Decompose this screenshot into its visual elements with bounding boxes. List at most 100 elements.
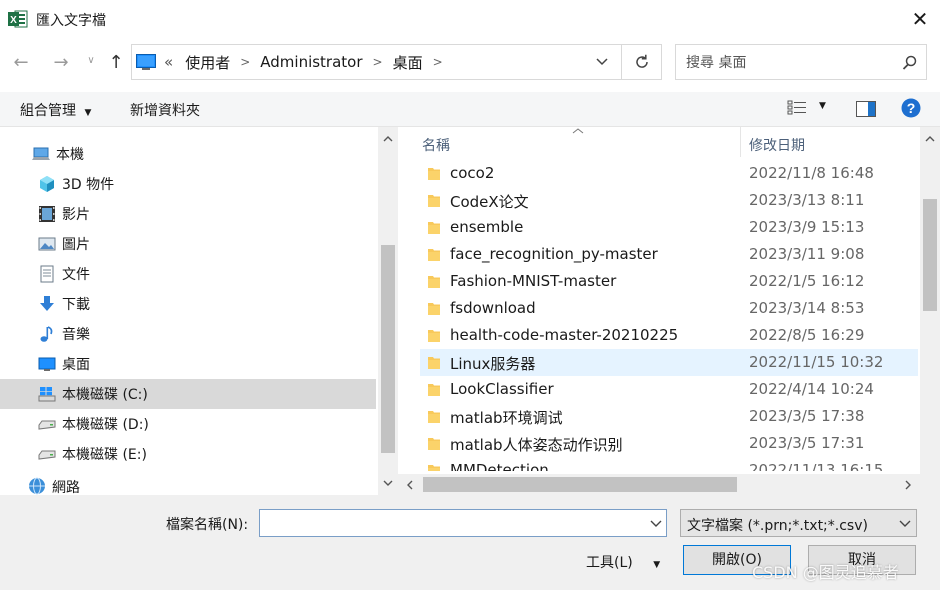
recent-locations-button[interactable]: ∨ bbox=[84, 54, 98, 68]
file-list-hscrollbar[interactable] bbox=[398, 474, 920, 495]
nav-item-network[interactable]: 網路 bbox=[0, 477, 376, 495]
nav-item-pictures[interactable]: 圖片 bbox=[0, 229, 376, 259]
close-button[interactable]: ✕ bbox=[908, 7, 932, 31]
file-name: face_recognition_py-master bbox=[450, 245, 658, 263]
file-name: matlab环境调试 bbox=[450, 409, 563, 427]
refresh-button[interactable] bbox=[621, 45, 662, 79]
file-list-vscrollbar[interactable] bbox=[920, 127, 940, 474]
nav-item-this-pc[interactable]: 本機 bbox=[0, 139, 376, 169]
nav-label: 3D 物件 bbox=[62, 177, 115, 193]
file-list: 名稱 修改日期 coco2 2022/11/8 16:48 CodeX论文 2023… bbox=[398, 127, 940, 495]
drive-icon bbox=[38, 450, 56, 460]
nav-scrollbar[interactable] bbox=[378, 127, 398, 495]
folder-icon bbox=[428, 330, 440, 342]
file-name: ensemble bbox=[450, 218, 524, 236]
search-box[interactable] bbox=[675, 44, 927, 80]
nav-scrollbar-thumb[interactable] bbox=[381, 245, 395, 453]
scroll-up-icon[interactable] bbox=[925, 135, 935, 143]
filename-combobox[interactable] bbox=[259, 509, 667, 537]
chevron-right-icon[interactable]: > bbox=[433, 55, 443, 69]
nav-label: 本機磁碟 (D:) bbox=[62, 417, 149, 433]
nav-item-music[interactable]: 音樂 bbox=[0, 319, 376, 349]
view-options-button[interactable]: ▼ bbox=[787, 100, 831, 118]
excel-icon: X bbox=[8, 10, 28, 28]
nav-item-downloads[interactable]: 下載 bbox=[0, 289, 376, 319]
overflow-crumb[interactable]: « bbox=[164, 53, 173, 71]
3d-objects-icon bbox=[40, 176, 54, 192]
filename-input[interactable] bbox=[264, 510, 648, 536]
table-row[interactable]: Linux服务器 2022/11/15 10:32 bbox=[420, 349, 918, 376]
navigation-pane: 本機 3D 物件 影片 圖片 文件 下載 音樂 桌面 本機磁碟 (C:) 本機磁… bbox=[0, 127, 398, 495]
desktop-icon bbox=[38, 357, 56, 371]
table-row[interactable]: health-code-master-20210225 2022/8/5 16:2… bbox=[420, 322, 918, 349]
nav-item-3d-objects[interactable]: 3D 物件 bbox=[0, 169, 376, 199]
table-row[interactable]: matlab人体姿态动作识别 2023/3/5 17:31 bbox=[420, 430, 918, 457]
help-icon[interactable]: ? bbox=[901, 98, 921, 118]
table-row[interactable]: CodeX论文 2023/3/13 8:11 bbox=[420, 187, 918, 214]
file-date: 2022/11/13 16:15 bbox=[749, 461, 884, 471]
file-date: 2023/3/11 9:08 bbox=[749, 245, 865, 263]
file-list-hscrollbar-thumb[interactable] bbox=[423, 477, 737, 492]
file-date: 2023/3/5 17:31 bbox=[749, 434, 865, 452]
nav-label: 本機磁碟 (E:) bbox=[62, 447, 147, 463]
chevron-right-icon[interactable]: > bbox=[240, 55, 250, 69]
table-row[interactable]: coco2 2022/11/8 16:48 bbox=[420, 160, 918, 187]
scroll-down-icon[interactable] bbox=[383, 479, 393, 487]
music-icon bbox=[40, 326, 53, 342]
address-bar[interactable]: « 使用者 > Administrator > 桌面 > bbox=[131, 44, 662, 80]
table-row[interactable]: face_recognition_py-master 2023/3/11 9:08 bbox=[420, 241, 918, 268]
nav-label: 音樂 bbox=[62, 327, 90, 343]
folder-icon bbox=[428, 195, 440, 207]
column-header-name[interactable]: 名稱 bbox=[422, 135, 450, 155]
documents-icon bbox=[40, 265, 54, 283]
nav-item-desktop[interactable]: 桌面 bbox=[0, 349, 376, 379]
table-row[interactable]: fsdownload 2023/3/14 8:53 bbox=[420, 295, 918, 322]
table-row[interactable]: ensemble 2023/3/9 15:13 bbox=[420, 214, 918, 241]
caret-down-icon: ▼ bbox=[84, 108, 92, 118]
address-dropdown-button[interactable] bbox=[584, 45, 620, 79]
file-name: health-code-master-20210225 bbox=[450, 326, 679, 344]
chevron-down-icon[interactable] bbox=[650, 519, 662, 528]
nav-item-videos[interactable]: 影片 bbox=[0, 199, 376, 229]
drive-icon bbox=[38, 420, 56, 430]
new-folder-button[interactable]: 新增資料夾 bbox=[130, 100, 200, 120]
crumb-users[interactable]: 使用者 bbox=[185, 52, 230, 73]
crumb-desktop[interactable]: 桌面 bbox=[393, 52, 423, 73]
table-row[interactable]: Fashion-MNIST-master 2022/1/5 16:12 bbox=[420, 268, 918, 295]
column-divider[interactable] bbox=[740, 127, 741, 157]
file-list-vscrollbar-thumb[interactable] bbox=[923, 199, 937, 311]
up-button[interactable]: ↑ bbox=[103, 50, 129, 76]
file-name: Linux服务器 bbox=[450, 355, 536, 373]
file-type-select[interactable]: 文字檔案 (*.prn;*.txt;*.csv) bbox=[680, 509, 917, 537]
scroll-right-icon[interactable] bbox=[904, 480, 912, 490]
scroll-left-icon[interactable] bbox=[406, 480, 414, 490]
network-icon bbox=[29, 477, 45, 495]
file-type-value: 文字檔案 (*.prn;*.txt;*.csv) bbox=[687, 518, 868, 534]
forward-button[interactable]: → bbox=[48, 50, 74, 76]
table-row[interactable]: MMDetection 2022/11/13 16:15 bbox=[420, 457, 918, 471]
search-input[interactable] bbox=[684, 51, 898, 75]
crumb-administrator[interactable]: Administrator bbox=[260, 53, 362, 71]
nav-label: 影片 bbox=[62, 207, 90, 223]
nav-item-documents[interactable]: 文件 bbox=[0, 259, 376, 289]
file-date: 2023/3/14 8:53 bbox=[749, 299, 865, 317]
title-bar: X 匯入文字檔 ✕ bbox=[0, 0, 940, 38]
table-row[interactable]: matlab环境调试 2023/3/5 17:38 bbox=[420, 403, 918, 430]
table-row[interactable]: LookClassifier 2022/4/14 10:24 bbox=[420, 376, 918, 403]
videos-icon bbox=[39, 206, 55, 222]
preview-pane-icon[interactable] bbox=[856, 101, 876, 117]
watermark: CSDN @图灵追慕者 bbox=[752, 563, 899, 582]
search-icon[interactable] bbox=[902, 55, 918, 71]
nav-item-drive-d[interactable]: 本機磁碟 (D:) bbox=[0, 409, 376, 439]
windows-drive-icon bbox=[38, 387, 56, 402]
tools-menu[interactable]: 工具(L) ▼ bbox=[586, 552, 660, 572]
organize-menu[interactable]: 組合管理 ▼ bbox=[20, 100, 91, 120]
chevron-right-icon[interactable]: > bbox=[373, 55, 383, 69]
file-date: 2022/4/14 10:24 bbox=[749, 380, 874, 398]
back-button[interactable]: ← bbox=[8, 50, 34, 76]
nav-item-drive-c[interactable]: 本機磁碟 (C:) bbox=[0, 379, 376, 409]
column-header-date[interactable]: 修改日期 bbox=[749, 135, 805, 155]
scroll-up-icon[interactable] bbox=[383, 135, 393, 143]
nav-item-drive-e[interactable]: 本機磁碟 (E:) bbox=[0, 439, 376, 469]
filename-label: 檔案名稱(N): bbox=[166, 517, 249, 533]
